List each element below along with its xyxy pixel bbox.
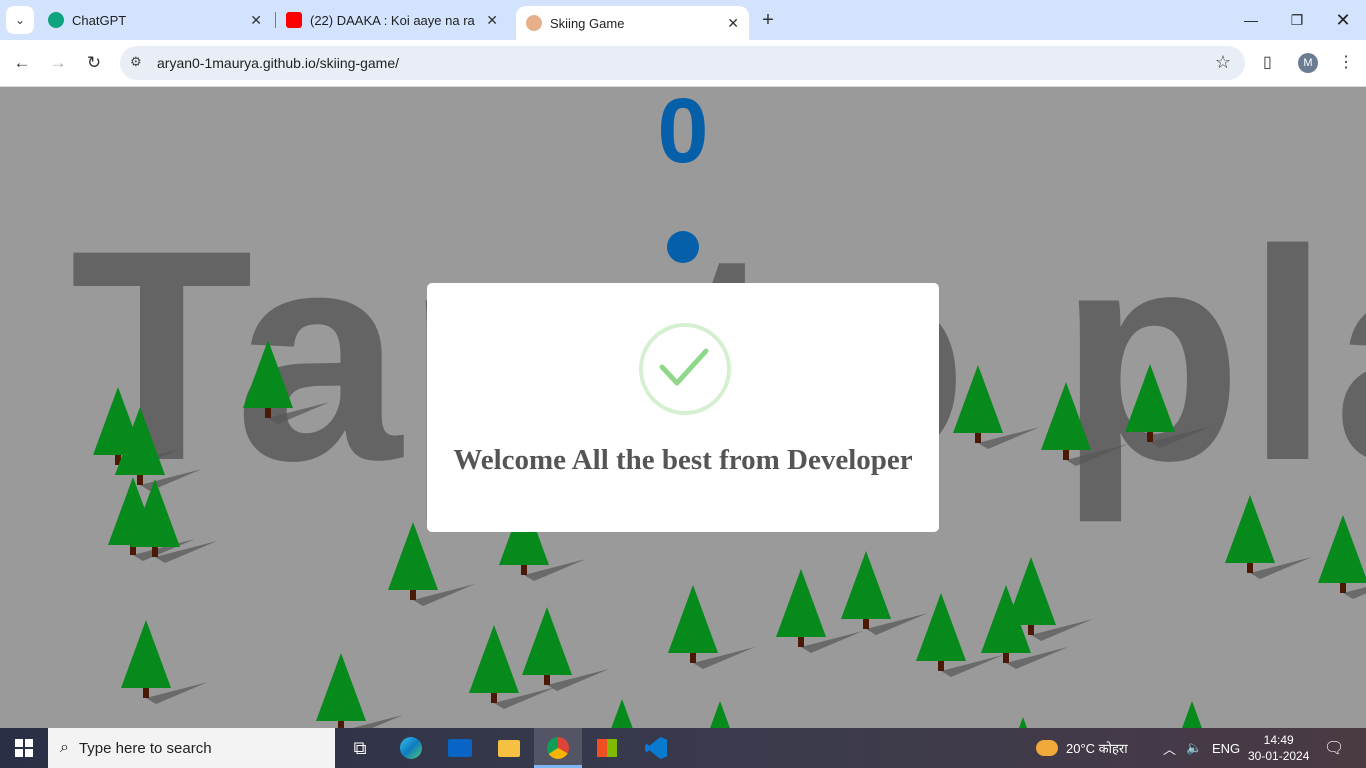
- tab-title: ChatGPT: [72, 12, 127, 28]
- close-window-button[interactable]: ✕: [1320, 0, 1366, 40]
- minimize-button[interactable]: —: [1228, 0, 1274, 40]
- reload-button[interactable]: ↻: [81, 50, 107, 76]
- show-hidden-icons[interactable]: ︿: [1163, 728, 1176, 768]
- windows-taskbar: ⌕ Type here to search ⧉ 20°C कोहरा ︿ 🔈 E…: [0, 728, 1366, 768]
- tab-skiing-game[interactable]: Skiing Game ✕: [516, 6, 749, 40]
- language-indicator[interactable]: ENG: [1212, 728, 1240, 768]
- edge-icon[interactable]: [397, 734, 425, 762]
- score-counter: 0: [657, 87, 709, 182]
- tab-youtube[interactable]: (22) DAAKA : Koi aaye na rabba ✕: [278, 0, 508, 40]
- chatgpt-icon: [48, 12, 64, 28]
- address-bar[interactable]: ⚙ aryan0-1maurya.github.io/skiing-game/ …: [120, 46, 1245, 80]
- browser-toolbar: ← → ↻ ⚙ aryan0-1maurya.github.io/skiing-…: [0, 40, 1366, 87]
- pine-tree: [130, 479, 217, 563]
- pine-tree: [1125, 364, 1212, 448]
- chrome-icon[interactable]: [544, 734, 572, 762]
- skier-icon: [526, 15, 542, 31]
- pine-tree: [316, 653, 403, 728]
- search-placeholder: Type here to search: [78, 739, 212, 757]
- clock[interactable]: 14:49 30-01-2024: [1248, 728, 1309, 768]
- youtube-icon: [286, 12, 302, 28]
- side-panel-icon[interactable]: ▯: [1263, 52, 1272, 72]
- taskbar-search[interactable]: ⌕ Type here to search: [48, 728, 335, 768]
- pine-tree: [388, 522, 475, 606]
- pine-tree: [1182, 701, 1202, 728]
- dialog-title: Welcome All the best from Developer: [453, 444, 913, 476]
- new-tab-button[interactable]: +: [758, 8, 778, 32]
- pine-tree: [1041, 382, 1128, 466]
- close-tab-icon[interactable]: ✕: [486, 12, 498, 29]
- chevron-down-icon: ⌄: [14, 13, 26, 27]
- tab-strip: ⌄ ChatGPT ✕ (22) DAAKA : Koi aaye na rab…: [0, 0, 1366, 40]
- weather-fog-icon: [1036, 740, 1058, 756]
- vscode-icon[interactable]: [642, 734, 670, 762]
- weather-text: 20°C कोहरा: [1066, 741, 1128, 756]
- notifications-icon[interactable]: 🗨: [1324, 728, 1344, 768]
- start-button[interactable]: [0, 728, 48, 768]
- pine-tree: [611, 699, 633, 728]
- tab-search-button[interactable]: ⌄: [6, 6, 34, 34]
- url-text: aryan0-1maurya.github.io/skiing-game/: [157, 55, 400, 71]
- weather-widget[interactable]: 20°C कोहरा: [1036, 728, 1128, 768]
- close-tab-icon[interactable]: ✕: [727, 15, 739, 32]
- pine-tree: [1318, 515, 1366, 599]
- restore-button[interactable]: ❐: [1274, 0, 1320, 40]
- skier-ball: [667, 231, 699, 263]
- pine-tree: [953, 365, 1040, 449]
- pine-tree: [121, 620, 208, 704]
- close-tab-icon[interactable]: ✕: [250, 12, 262, 29]
- store-icon[interactable]: [593, 734, 621, 762]
- tab-title: (22) DAAKA : Koi aaye na rabba: [310, 12, 475, 28]
- task-view-icon[interactable]: ⧉: [346, 734, 374, 762]
- profile-avatar[interactable]: M: [1298, 53, 1318, 73]
- forward-button[interactable]: →: [45, 50, 71, 76]
- success-check-icon: [659, 348, 709, 386]
- pine-tree: [1225, 495, 1312, 579]
- pine-tree: [243, 340, 330, 424]
- mail-icon[interactable]: [446, 734, 474, 762]
- pine-tree: [710, 701, 730, 728]
- menu-dots-icon[interactable]: ⋮: [1338, 52, 1354, 72]
- pine-tree: [841, 551, 928, 635]
- welcome-dialog[interactable]: Welcome All the best from Developer: [427, 283, 939, 532]
- search-icon: ⌕: [60, 739, 69, 756]
- back-button[interactable]: ←: [9, 50, 35, 76]
- pine-tree: [1018, 717, 1028, 728]
- tab-divider: [275, 12, 276, 28]
- tab-title: Skiing Game: [550, 15, 625, 31]
- tab-chatgpt[interactable]: ChatGPT ✕: [40, 0, 272, 40]
- clock-date: 30-01-2024: [1248, 749, 1310, 763]
- volume-icon[interactable]: 🔈: [1186, 728, 1202, 768]
- site-info-icon[interactable]: ⚙: [130, 54, 142, 70]
- clock-time: 14:49: [1263, 733, 1294, 747]
- bookmark-star-icon[interactable]: ☆: [1215, 52, 1231, 73]
- file-explorer-icon[interactable]: [495, 734, 523, 762]
- pine-tree: [668, 585, 755, 669]
- windows-logo-icon: [15, 739, 33, 757]
- pine-tree: [522, 607, 609, 691]
